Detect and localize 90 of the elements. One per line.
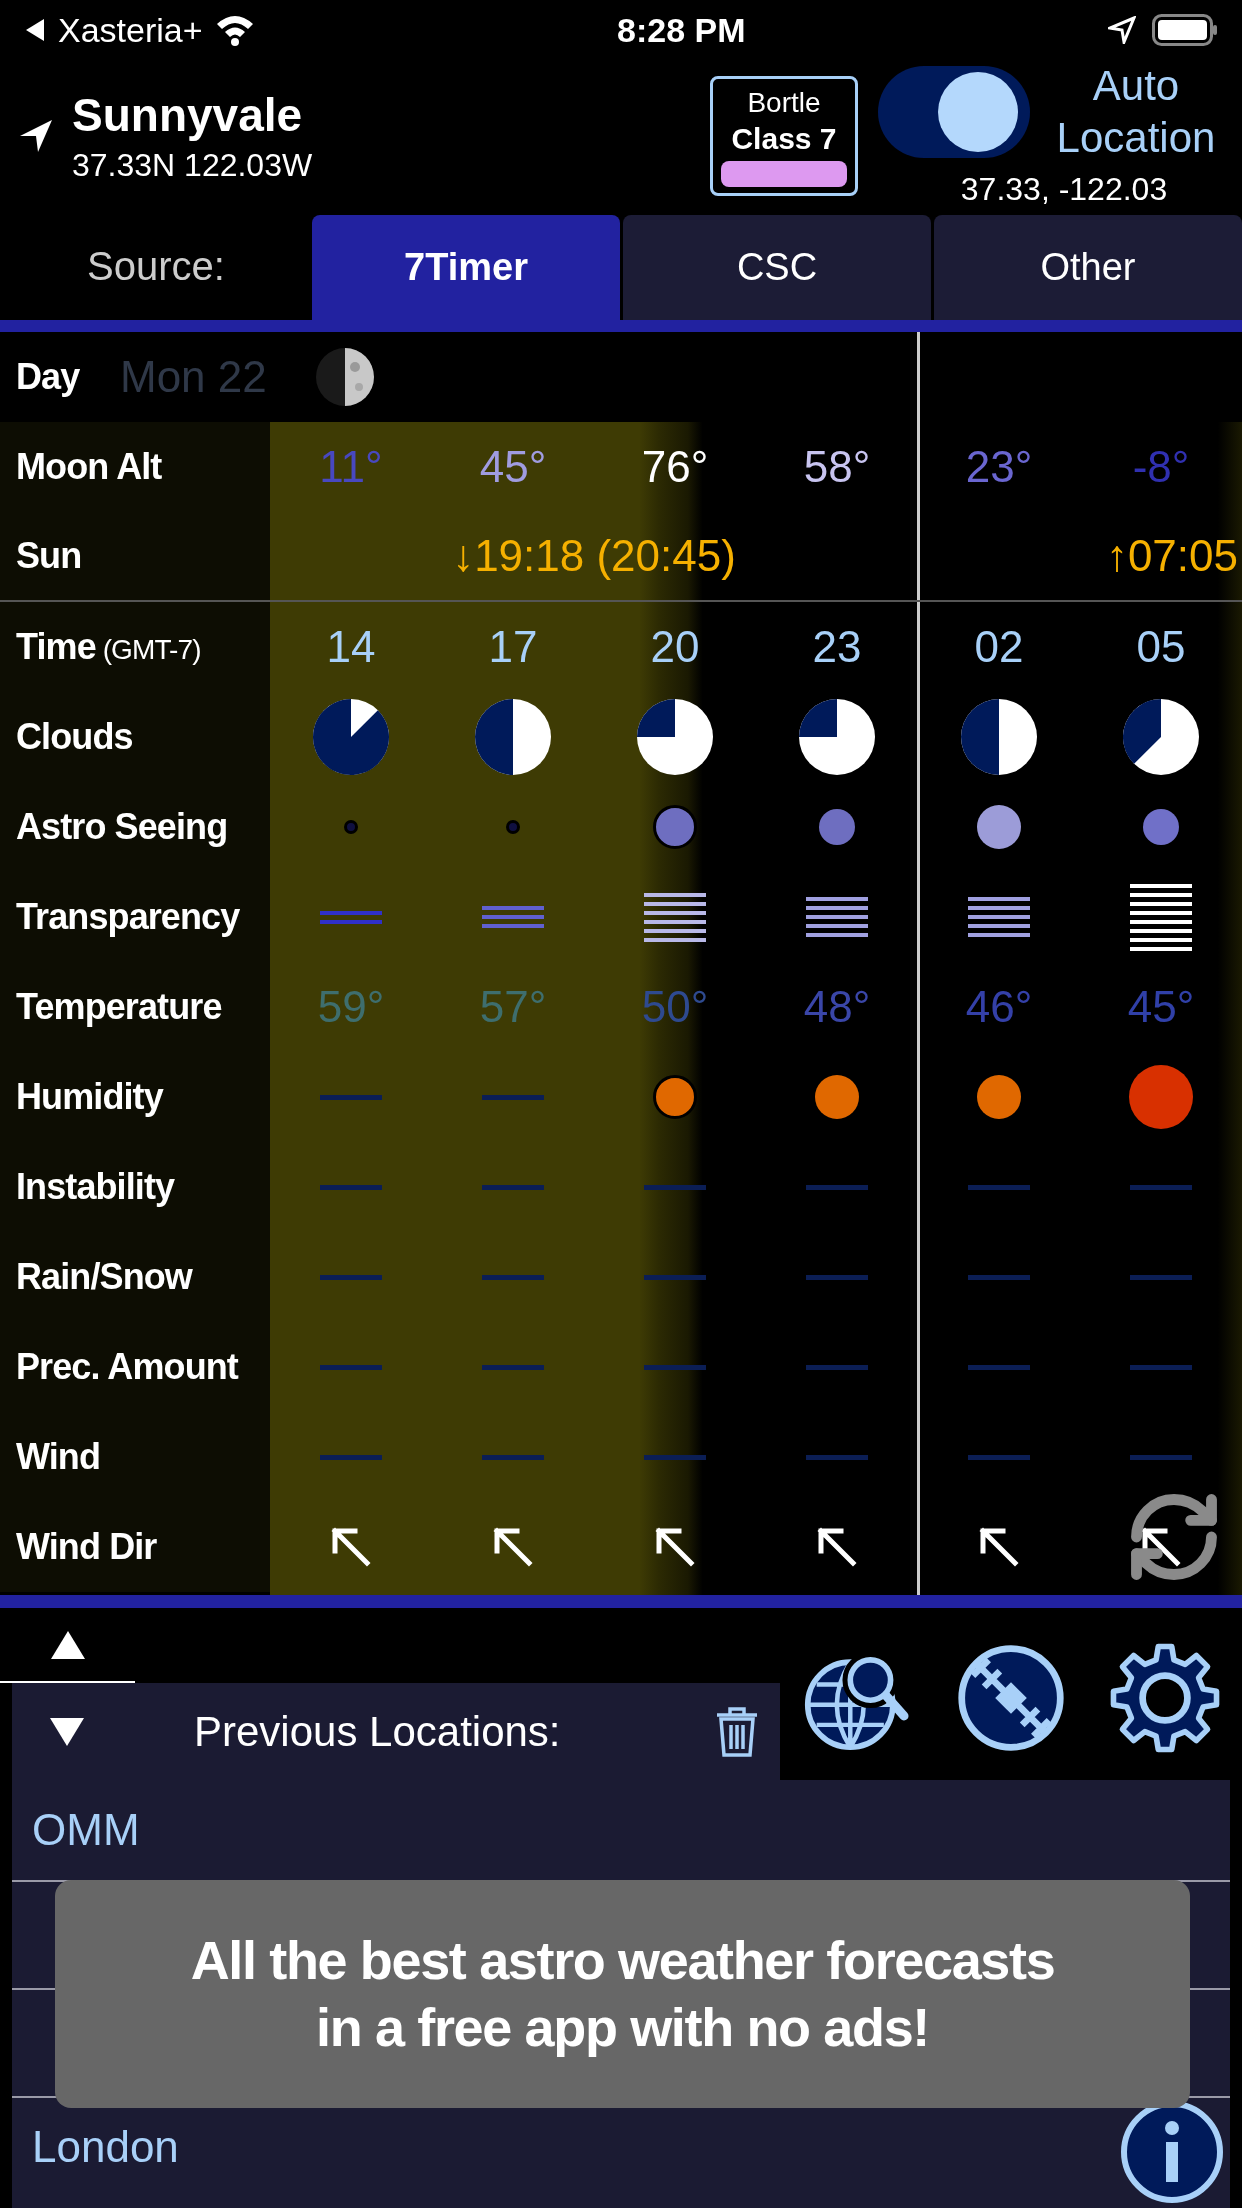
row-label: Wind [16, 1435, 101, 1479]
forecast-value: 20 [650, 621, 700, 673]
battery-icon [1152, 14, 1218, 46]
row-label: Humidity [16, 1075, 163, 1119]
forecast-value: 57° [479, 981, 547, 1033]
info-icon[interactable] [1120, 2100, 1224, 2204]
no-data-dash [482, 1184, 544, 1190]
no-data-dash [968, 1364, 1030, 1370]
no-data-dash [482, 1364, 544, 1370]
no-data-dash [482, 1094, 544, 1100]
day-date: Mon 22 [120, 351, 267, 403]
forecast-value: 50° [641, 981, 709, 1033]
row-label: Transparency [16, 895, 240, 939]
current-coordinates: 37.33, -122.03 [960, 169, 1168, 209]
location-name: Sunnyvale [72, 88, 304, 144]
row-label: Instability [16, 1165, 175, 1209]
forecast-value: 59° [317, 981, 385, 1033]
forecast-value: 45° [1127, 981, 1195, 1033]
no-data-dash [320, 1184, 382, 1190]
forecast-value: 76° [641, 441, 709, 493]
location-arrow-icon [1108, 16, 1136, 44]
sunrise-time: ↑07:05 [1105, 530, 1238, 582]
row-label: Clouds [16, 715, 133, 759]
sunset-time: ↓19:18 (20:45) [452, 530, 736, 582]
wind-arrow-icon [977, 1525, 1021, 1569]
wind-arrow-icon [491, 1525, 535, 1569]
no-data-dash [320, 1094, 382, 1100]
wind-arrow-icon [329, 1525, 373, 1569]
wind-arrow-icon [815, 1525, 859, 1569]
forecast-value: 17 [488, 621, 538, 673]
row-label: Time (GMT-7) [16, 625, 201, 669]
forecast-value: -8° [1132, 441, 1190, 493]
no-data-dash [644, 1364, 706, 1370]
wind-arrow-icon [1139, 1525, 1183, 1569]
forecast-value: 23 [812, 621, 862, 673]
forecast-value: 58° [803, 441, 871, 493]
row-label: Sun [16, 534, 82, 578]
no-data-dash [644, 1274, 706, 1280]
row-label: Astro Seeing [16, 805, 228, 849]
source-tab[interactable]: 7Timer [312, 215, 620, 320]
row-label: Prec. Amount [16, 1345, 238, 1389]
no-data-dash [482, 1454, 544, 1460]
no-data-dash [644, 1184, 706, 1190]
row-label: Moon Alt [16, 445, 162, 489]
row-label: Rain/Snow [16, 1255, 192, 1299]
location-list-item[interactable]: OMM [12, 1780, 1230, 1880]
no-data-dash [806, 1274, 868, 1280]
no-data-dash [806, 1184, 868, 1190]
no-data-dash [1130, 1184, 1192, 1190]
no-data-dash [968, 1184, 1030, 1190]
row-label: Wind Dir [16, 1525, 157, 1569]
no-data-dash [806, 1454, 868, 1460]
settings-icon[interactable] [1109, 1642, 1221, 1754]
no-data-dash [1130, 1364, 1192, 1370]
row-label: Day [16, 355, 80, 399]
forecast-value: 05 [1136, 621, 1186, 673]
source-label: Source: [87, 243, 225, 290]
no-data-dash [1130, 1274, 1192, 1280]
no-data-dash [968, 1274, 1030, 1280]
forecast-value: 46° [965, 981, 1033, 1033]
no-data-dash [968, 1454, 1030, 1460]
status-time: 8:28 PM [617, 9, 746, 51]
forecast-value: 48° [803, 981, 871, 1033]
no-data-dash [806, 1364, 868, 1370]
source-tab[interactable]: CSC [623, 215, 931, 320]
collapse-down-icon[interactable] [48, 1715, 86, 1748]
promo-text: All the best astro weather forecasts in a free app with no ads! [190, 1928, 1055, 2059]
wind-arrow-icon [653, 1525, 697, 1569]
back-triangle-icon[interactable] [24, 17, 46, 43]
trash-icon[interactable] [714, 1704, 760, 1759]
no-data-dash [320, 1454, 382, 1460]
location-coordinates: 37.33N 122.03W [72, 145, 313, 185]
back-app-label[interactable]: Xasteria+ [58, 4, 203, 56]
panel-title: Previous Locations: [194, 1707, 561, 1757]
bortle-badge[interactable]: Bortle Class 7 [710, 76, 858, 196]
no-data-dash [644, 1454, 706, 1460]
forecast-value: 02 [974, 621, 1024, 673]
row-label: Temperature [16, 985, 222, 1029]
forecast-value: 14 [326, 621, 376, 673]
forecast-value: 11° [319, 441, 383, 493]
auto-location-label[interactable]: Auto Location [1046, 59, 1226, 165]
forecast-value: 23° [965, 441, 1033, 493]
satellite-icon[interactable] [955, 1642, 1067, 1754]
forecast-value: 45° [479, 441, 547, 493]
no-data-dash [320, 1364, 382, 1370]
source-tab[interactable]: Other [934, 215, 1242, 320]
no-data-dash [1130, 1454, 1192, 1460]
no-data-dash [320, 1274, 382, 1280]
moon-phase-icon [314, 347, 375, 407]
no-data-dash [482, 1274, 544, 1280]
